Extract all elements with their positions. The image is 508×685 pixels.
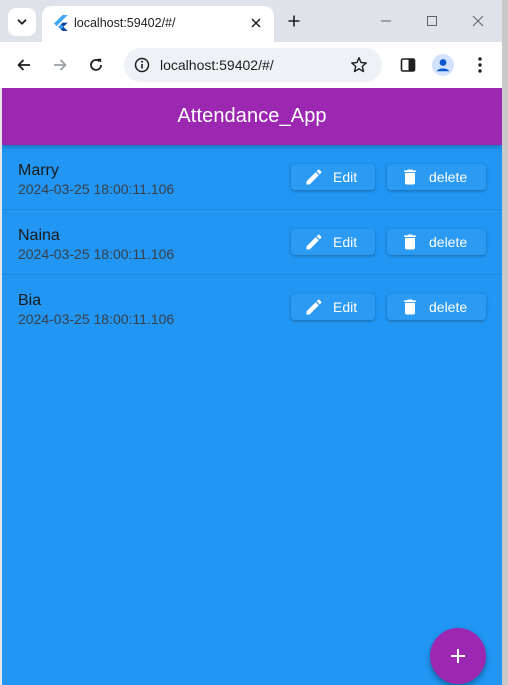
entry-name: Naina bbox=[18, 227, 60, 244]
minimize-icon bbox=[381, 20, 391, 22]
app-viewport: Attendance_App Marry 2024-03-25 18:00:11… bbox=[2, 88, 502, 685]
edit-label: Edit bbox=[333, 234, 358, 250]
side-panel-button[interactable] bbox=[396, 53, 420, 77]
pencil-icon bbox=[303, 166, 325, 188]
address-bar-url[interactable]: localhost:59402/#/ bbox=[160, 57, 274, 73]
new-tab-button[interactable] bbox=[284, 11, 304, 31]
reload-icon bbox=[90, 58, 102, 71]
maximize-icon bbox=[427, 16, 437, 26]
browser-toolbar: localhost:59402/#/ bbox=[0, 42, 502, 88]
star-icon[interactable] bbox=[350, 56, 368, 74]
list-item: Naina 2024-03-25 18:00:11.106 Edit delet… bbox=[2, 210, 502, 275]
delete-button[interactable]: delete bbox=[387, 164, 486, 190]
more-vert-icon bbox=[478, 57, 482, 73]
chevron-down-icon bbox=[17, 19, 27, 25]
address-bar[interactable]: localhost:59402/#/ bbox=[124, 48, 382, 82]
edit-button[interactable]: Edit bbox=[291, 294, 375, 320]
trash-icon bbox=[399, 296, 421, 318]
minimize-button[interactable] bbox=[376, 11, 396, 31]
page-title: Attendance_App bbox=[177, 105, 327, 127]
browser-tab[interactable]: localhost:59402/#/ bbox=[42, 6, 274, 42]
tab-search-button[interactable] bbox=[8, 8, 36, 36]
list-item: Bia 2024-03-25 18:00:11.106 Edit delete bbox=[2, 275, 502, 340]
attendance-list: Marry 2024-03-25 18:00:11.106 Edit delet… bbox=[2, 145, 502, 340]
edit-button[interactable]: Edit bbox=[291, 229, 375, 255]
delete-label: delete bbox=[429, 169, 468, 185]
entry-timestamp: 2024-03-25 18:00:11.106 bbox=[18, 246, 175, 262]
tab-strip: localhost:59402/#/ bbox=[0, 0, 502, 42]
entry-name: Marry bbox=[18, 162, 59, 179]
flutter-icon bbox=[54, 15, 68, 31]
trash-icon bbox=[399, 231, 421, 253]
side-panel-icon bbox=[400, 58, 416, 72]
list-item: Marry 2024-03-25 18:00:11.106 Edit delet… bbox=[2, 145, 502, 210]
plus-icon bbox=[288, 15, 300, 27]
delete-button[interactable]: delete bbox=[387, 229, 486, 255]
entry-timestamp: 2024-03-25 18:00:11.106 bbox=[18, 181, 175, 197]
pencil-icon bbox=[303, 296, 325, 318]
back-button[interactable] bbox=[12, 53, 36, 77]
arrow-forward-icon bbox=[54, 59, 67, 71]
app-bar: Attendance_App bbox=[2, 88, 502, 145]
info-icon[interactable] bbox=[134, 57, 150, 73]
profile-button[interactable] bbox=[431, 53, 455, 77]
edit-button[interactable]: Edit bbox=[291, 164, 375, 190]
close-icon bbox=[472, 15, 484, 27]
entry-name: Bia bbox=[18, 292, 42, 309]
tab-title: localhost:59402/#/ bbox=[74, 16, 176, 30]
browser-window: localhost:59402/#/ localhost:59402/#/ At… bbox=[0, 0, 508, 685]
menu-button[interactable] bbox=[468, 53, 492, 77]
tab-close-button[interactable] bbox=[246, 13, 266, 33]
delete-label: delete bbox=[429, 234, 468, 250]
close-icon bbox=[251, 18, 261, 28]
arrow-back-icon bbox=[17, 59, 30, 71]
plus-icon bbox=[451, 649, 465, 663]
entry-timestamp: 2024-03-25 18:00:11.106 bbox=[18, 311, 175, 327]
forward-button[interactable] bbox=[48, 53, 72, 77]
trash-icon bbox=[399, 166, 421, 188]
close-window-button[interactable] bbox=[468, 11, 488, 31]
avatar-icon bbox=[432, 54, 454, 76]
window-edge bbox=[502, 0, 508, 685]
delete-button[interactable]: delete bbox=[387, 294, 486, 320]
pencil-icon bbox=[303, 231, 325, 253]
edit-label: Edit bbox=[333, 299, 358, 315]
edit-label: Edit bbox=[333, 169, 358, 185]
reload-button[interactable] bbox=[84, 53, 108, 77]
delete-label: delete bbox=[429, 299, 468, 315]
add-entry-fab[interactable] bbox=[430, 628, 486, 684]
maximize-button[interactable] bbox=[422, 11, 442, 31]
